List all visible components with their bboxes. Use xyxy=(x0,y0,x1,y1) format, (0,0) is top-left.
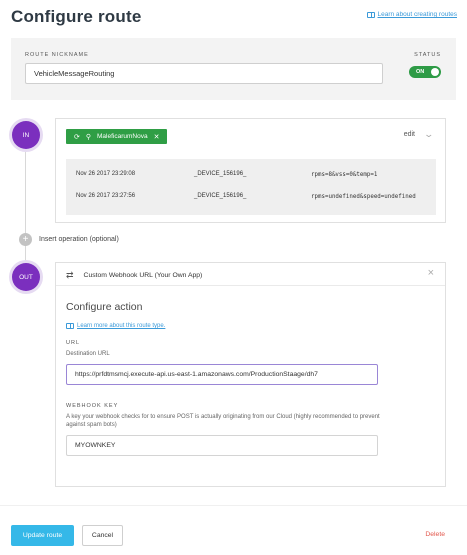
destination-url-input[interactable]: https://prfdtmsmcj.execute-api.us-east-1… xyxy=(66,364,378,385)
divider xyxy=(56,285,445,286)
swap-arrows-icon: ⇄ xyxy=(66,270,74,280)
edit-input-link[interactable]: edit xyxy=(404,131,415,138)
event-device: _DEVICE_156196_ xyxy=(194,193,247,199)
cancel-button[interactable]: Cancel xyxy=(82,525,123,546)
timeline-connector xyxy=(25,135,26,275)
event-time: Nov 26 2017 23:27:56 xyxy=(76,193,136,199)
in-stage-badge: IN xyxy=(12,121,40,149)
output-card: ⇄ Custom Webhook URL (Your Own App) × Co… xyxy=(55,262,446,487)
route-settings-panel: ROUTE NICKNAME VehicleMessageRouting STA… xyxy=(11,38,456,100)
input-card: ⟳ ⚲ MaleficarumNova ✕ edit ⌄ Nov 26 2017… xyxy=(55,118,446,223)
learn-creating-routes-label: Learn about creating routes xyxy=(377,11,458,18)
refresh-icon: ⟳ xyxy=(74,133,80,141)
status-label: STATUS xyxy=(414,52,441,58)
close-icon[interactable]: ✕ xyxy=(154,133,160,141)
learn-route-type-label: Learn more about this route type. xyxy=(77,323,166,329)
webhook-key-input[interactable]: MYOWNKEY xyxy=(66,435,378,456)
learn-route-type-link[interactable]: Learn more about this route type. xyxy=(66,323,165,329)
event-list: Nov 26 2017 23:29:08 _DEVICE_156196_ rpm… xyxy=(66,159,436,215)
event-data: rpms=undefined&speed=undefined xyxy=(311,194,416,200)
chevron-down-icon[interactable]: ⌄ xyxy=(424,129,435,140)
webhook-key-help: A key your webhook checks for to ensure … xyxy=(66,414,380,429)
close-icon[interactable]: × xyxy=(428,267,434,279)
learn-creating-routes-link[interactable]: Learn about creating routes xyxy=(366,11,458,18)
event-time: Nov 26 2017 23:29:08 xyxy=(76,171,136,177)
url-help: Destination URL xyxy=(66,351,110,357)
book-icon xyxy=(66,323,74,329)
event-device: _DEVICE_156196_ xyxy=(194,171,247,177)
route-nickname-input[interactable]: VehicleMessageRouting xyxy=(25,63,383,84)
status-toggle[interactable]: ON xyxy=(409,66,441,78)
out-stage-badge: OUT xyxy=(12,263,40,291)
url-label: URL xyxy=(66,340,81,346)
toggle-knob xyxy=(431,68,439,76)
output-type-title: Custom Webhook URL (Your Own App) xyxy=(83,272,203,279)
webhook-key-label: WEBHOOK KEY xyxy=(66,403,119,409)
delete-button[interactable]: Delete xyxy=(425,531,445,538)
update-route-button[interactable]: Update route xyxy=(11,525,74,546)
plus-icon[interactable]: + xyxy=(19,233,32,246)
page-title: Configure route xyxy=(11,7,142,26)
device-name: MaleficarumNova xyxy=(97,133,148,140)
book-icon xyxy=(366,11,375,18)
device-icon: ⚲ xyxy=(85,133,92,141)
output-header: ⇄ Custom Webhook URL (Your Own App) xyxy=(66,270,202,281)
event-data: rpms=8&vss=0&temp=1 xyxy=(311,172,378,178)
insert-operation-label: Insert operation (optional) xyxy=(39,236,119,243)
footer-divider xyxy=(0,505,467,506)
configure-action-title: Configure action xyxy=(66,301,143,313)
insert-operation[interactable]: + Insert operation (optional) xyxy=(19,233,119,246)
device-tag[interactable]: ⟳ ⚲ MaleficarumNova ✕ xyxy=(66,129,168,144)
status-toggle-label: ON xyxy=(416,69,425,75)
nickname-label: ROUTE NICKNAME xyxy=(25,52,89,58)
